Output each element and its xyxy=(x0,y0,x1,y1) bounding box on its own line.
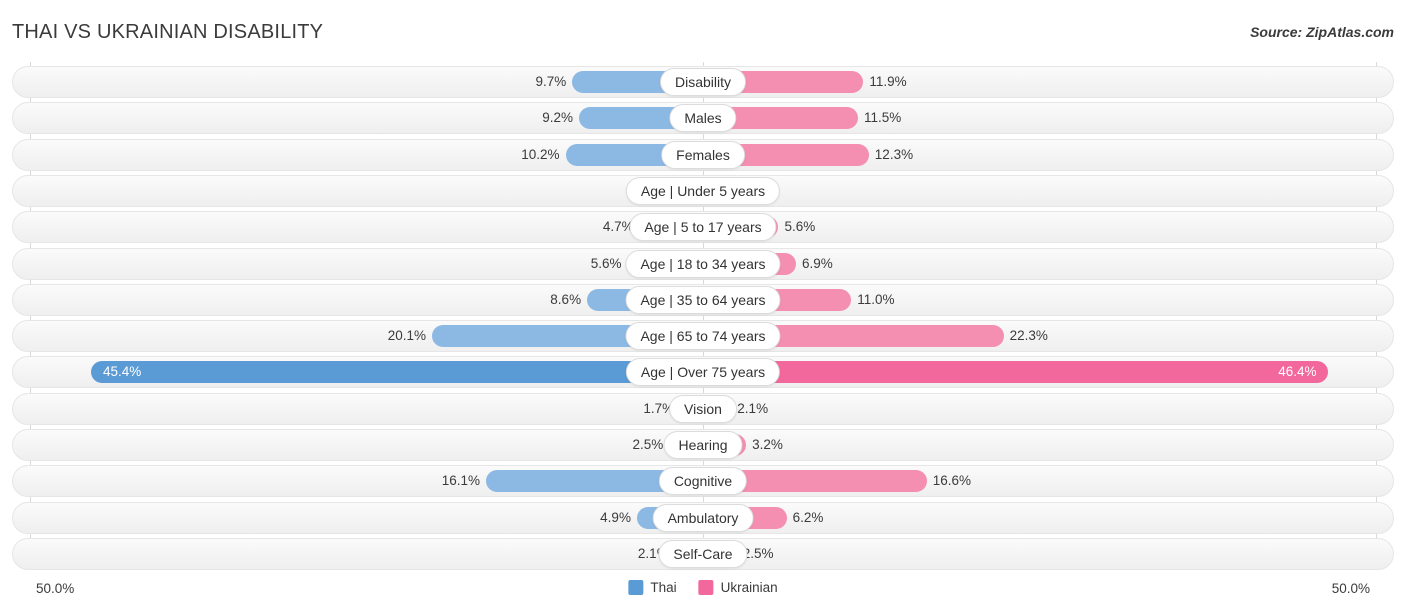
legend-label: Ukrainian xyxy=(720,580,778,595)
table-row[interactable]: 2.1% 2.5% Self-Care xyxy=(0,536,1406,572)
table-row[interactable]: 4.9% 6.2% Ambulatory xyxy=(0,500,1406,536)
chart-legend: Thai Ukrainian xyxy=(628,580,778,595)
legend-label: Thai xyxy=(650,580,677,595)
table-row[interactable]: 5.6% 6.9% Age | 18 to 34 years xyxy=(0,246,1406,282)
axis-label-left: 50.0% xyxy=(36,581,75,596)
value-label-ukrainian: 16.6% xyxy=(932,473,972,489)
value-label-thai: 9.2% xyxy=(542,110,573,126)
table-row[interactable]: 2.5% 3.2% Hearing xyxy=(0,427,1406,463)
table-row[interactable]: 8.6% 11.0% Age | 35 to 64 years xyxy=(0,282,1406,318)
value-label-thai: 5.6% xyxy=(590,255,622,271)
legend-swatch-icon xyxy=(628,580,644,595)
category-label-pill[interactable]: Age | 5 to 17 years xyxy=(629,213,777,242)
category-label-pill[interactable]: Age | Over 75 years xyxy=(625,358,781,387)
chart-header: THAI VS UKRAINIAN DISABILITY Source: Zip… xyxy=(0,0,1406,62)
value-label-ukrainian: 6.9% xyxy=(802,255,833,271)
table-row[interactable]: 1.1%1.3%Age | Under 5 years xyxy=(0,173,1406,209)
value-label-ukrainian: 46.4% xyxy=(1278,364,1317,380)
category-label-pill[interactable]: Females xyxy=(661,140,745,169)
value-label-thai: 9.7% xyxy=(535,74,567,89)
value-label-thai: 8.6% xyxy=(550,291,582,307)
value-label-ukrainian: 11.5% xyxy=(864,110,902,126)
category-label-pill[interactable]: Males xyxy=(669,104,737,133)
value-label-ukrainian: 3.2% xyxy=(752,437,783,452)
category-label-pill[interactable]: Hearing xyxy=(663,431,743,459)
page-title: THAI VS UKRAINIAN DISABILITY xyxy=(12,21,324,43)
chart-plot-area: 9.7% 11.9% Disability 9.2% 11.5% Males 10.2% 12… xyxy=(0,62,1406,574)
axis-label-right: 50.0% xyxy=(1331,581,1370,596)
table-row[interactable]: 20.1% 22.3% Age | 65 to 74 years xyxy=(0,318,1406,354)
table-row[interactable]: 10.2% 12.3% Females xyxy=(0,137,1406,173)
table-row[interactable]: 1.7% 2.1% Vision xyxy=(0,391,1406,427)
bar-ukrainian[interactable] xyxy=(703,361,1329,384)
category-label-pill[interactable]: Age | 65 to 74 years xyxy=(625,322,781,351)
value-label-ukrainian: 6.2% xyxy=(792,509,824,525)
value-label-thai: 4.9% xyxy=(600,509,631,525)
category-label-pill[interactable]: Self-Care xyxy=(658,539,748,568)
category-label-pill[interactable]: Ambulatory xyxy=(652,503,754,532)
category-label-pill[interactable]: Vision xyxy=(669,394,737,423)
value-label-ukrainian: 5.6% xyxy=(784,219,816,235)
table-row[interactable]: 16.1% 16.6% Cognitive xyxy=(0,463,1406,499)
legend-item-ukrainian[interactable]: Ukrainian xyxy=(698,580,778,595)
value-label-thai: 10.2% xyxy=(521,146,560,162)
value-label-ukrainian: 11.0% xyxy=(857,291,895,307)
value-label-ukrainian: 11.9% xyxy=(869,74,907,89)
value-label-thai: 20.1% xyxy=(387,328,427,344)
category-label-pill[interactable]: Cognitive xyxy=(658,467,748,496)
table-row[interactable]: 9.7% 11.9% Disability xyxy=(0,64,1406,100)
category-label-pill[interactable]: Age | Under 5 years xyxy=(625,176,781,205)
table-row[interactable]: 45.4% 46.4% Age | Over 75 years xyxy=(0,354,1406,390)
value-label-ukrainian: 12.3% xyxy=(874,146,914,162)
value-label-ukrainian: 2.1% xyxy=(737,400,769,416)
value-label-thai: 16.1% xyxy=(441,473,480,489)
legend-swatch-icon xyxy=(698,580,714,595)
table-row[interactable]: 4.7% 5.6% Age | 5 to 17 years xyxy=(0,209,1406,245)
value-label-ukrainian: 22.3% xyxy=(1009,328,1048,344)
category-label-pill[interactable]: Age | 18 to 34 years xyxy=(625,249,781,278)
bar-thai[interactable] xyxy=(91,361,703,384)
chart-footer: 50.0% 50.0% Thai Ukrainian xyxy=(0,574,1406,612)
category-label-pill[interactable]: Age | 35 to 64 years xyxy=(625,285,781,314)
source-attribution: Source: ZipAtlas.com xyxy=(1250,24,1394,40)
legend-item-thai[interactable]: Thai xyxy=(628,580,677,595)
table-row[interactable]: 9.2% 11.5% Males xyxy=(0,100,1406,136)
category-label-pill[interactable]: Disability xyxy=(659,68,747,96)
value-label-thai: 2.5% xyxy=(632,437,664,452)
value-label-thai: 45.4% xyxy=(103,364,142,380)
